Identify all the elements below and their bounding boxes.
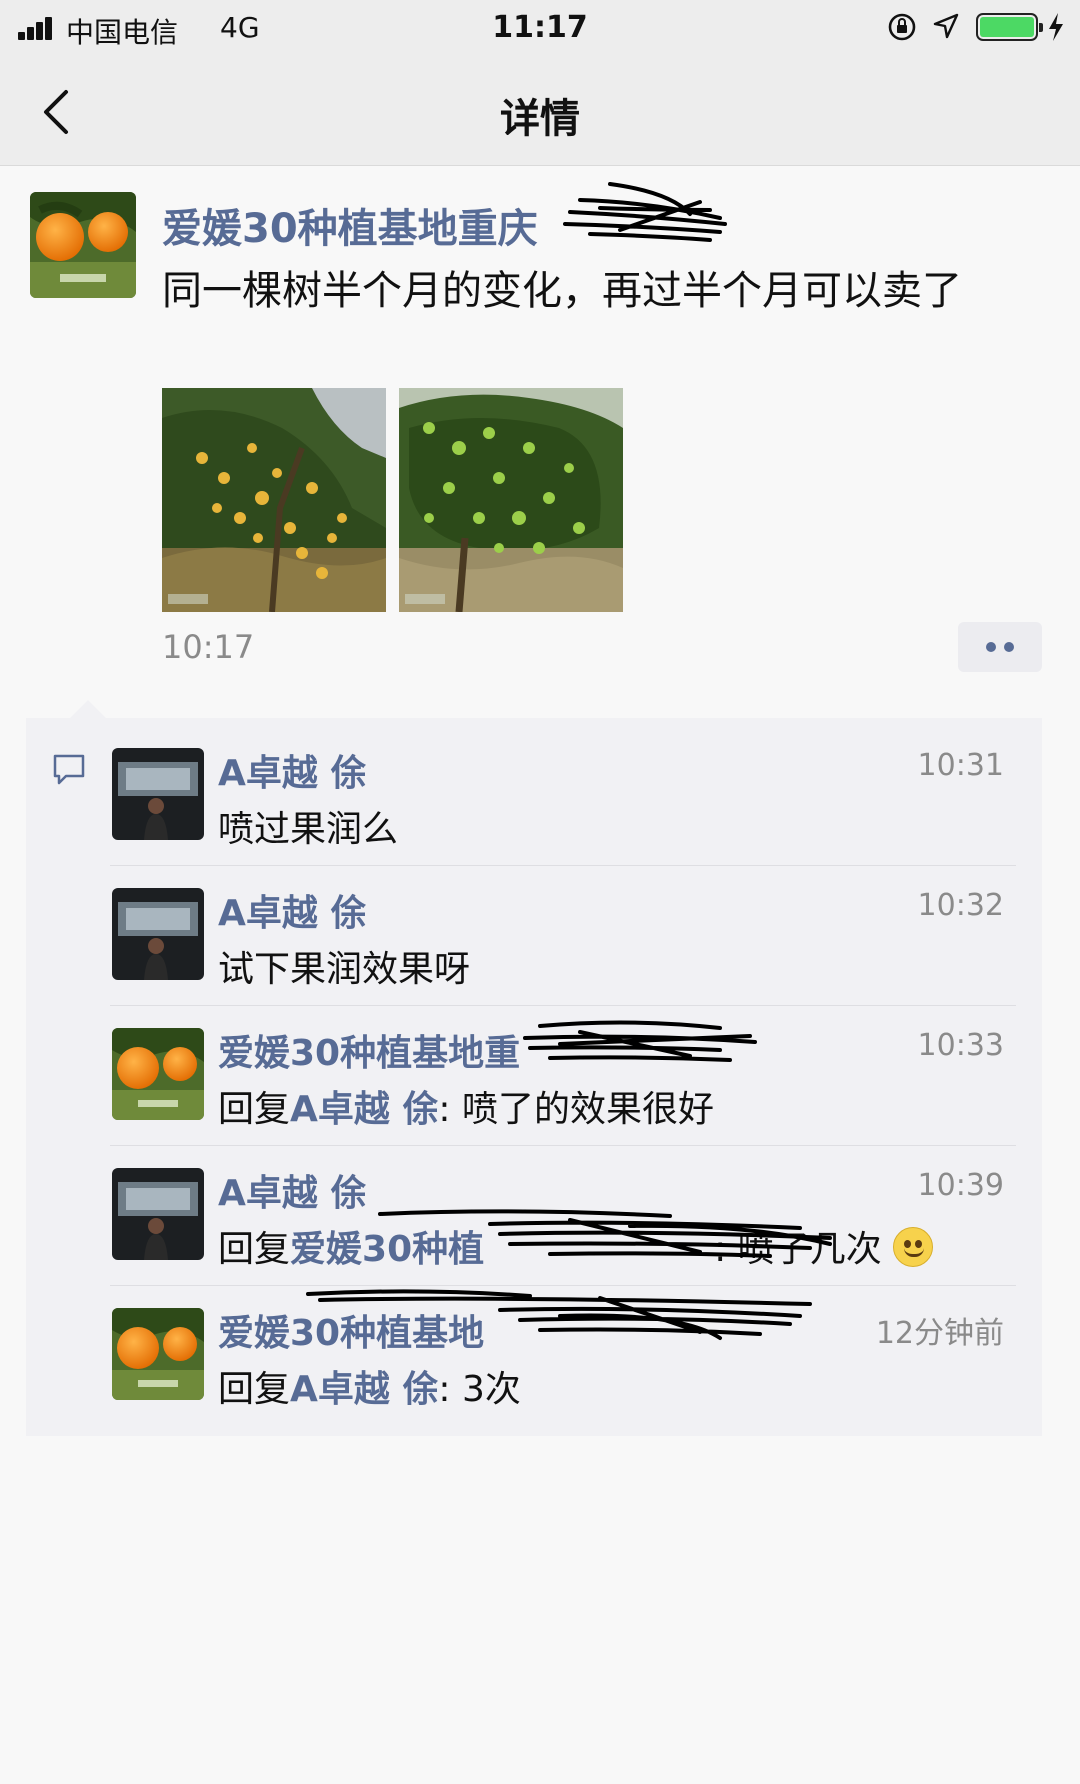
charging-icon — [1049, 13, 1063, 41]
post-author-name[interactable]: 爱媛30种植基地重庆 — [162, 196, 538, 254]
post-text: 同一棵树半个月的变化，再过半个月可以卖了 — [162, 268, 962, 314]
comment-time: 10:32 — [917, 888, 1004, 923]
reply-target-name[interactable]: A卓越 俆 — [290, 1089, 438, 1130]
post-photo-1[interactable] — [162, 388, 386, 612]
commenter-name[interactable]: A卓越 俆 — [218, 884, 366, 936]
comment-item[interactable]: A卓越 俆 10:31 喷过果润么 — [110, 726, 1016, 866]
commenter-avatar[interactable] — [112, 1028, 204, 1120]
more-actions-button[interactable] — [958, 622, 1042, 672]
post-photo-2[interactable] — [399, 388, 623, 612]
post-author-avatar[interactable] — [30, 192, 136, 298]
rotation-lock-icon — [888, 13, 916, 41]
status-time: 11:17 — [492, 10, 588, 45]
redaction-scribble — [563, 182, 727, 242]
navigation-bar: 详情 — [0, 56, 1080, 166]
post-timestamp: 10:17 — [162, 628, 255, 666]
page-title: 详情 — [500, 96, 580, 142]
comment-item[interactable]: A卓越 俆 10:32 试下果润效果呀 — [110, 866, 1016, 1006]
commenter-name[interactable]: 爱媛30种植基地重 — [218, 1024, 520, 1076]
smile-emoji-icon — [893, 1227, 934, 1267]
comment-item[interactable]: 爱媛30种植基地 12分钟前 回复A卓越 俆: 3次 — [110, 1286, 1016, 1426]
commenter-name[interactable]: A卓越 俆 — [218, 1164, 366, 1216]
comment-time: 10:31 — [917, 748, 1004, 783]
commenter-avatar[interactable] — [112, 1168, 204, 1260]
commenter-avatar[interactable] — [112, 748, 204, 840]
comment-text: 回复A卓越 俆: 3次 — [218, 1369, 521, 1410]
battery-icon — [976, 13, 1043, 41]
comment-time: 10:33 — [917, 1028, 1004, 1063]
comment-icon — [53, 754, 85, 785]
comment-text: 回复爱媛30种植: 喷了几次 — [218, 1220, 934, 1272]
location-icon — [933, 13, 959, 39]
comment-text: 喷过果润么 — [218, 809, 399, 850]
comment-item[interactable]: 爱媛30种植基地重 10:33 回复A卓越 俆: 喷了的效果很好 — [110, 1006, 1016, 1146]
reply-target-name[interactable]: 爱媛30种植 — [290, 1229, 484, 1270]
commenter-avatar[interactable] — [112, 1308, 204, 1400]
status-bar: 中国电信 4G 11:17 — [0, 0, 1080, 56]
comment-text: 试下果润效果呀 — [218, 949, 471, 990]
commenter-name[interactable]: A卓越 俆 — [218, 744, 366, 796]
comment-time: 12分钟前 — [875, 1316, 1004, 1351]
comment-time: 10:39 — [917, 1168, 1004, 1203]
comment-item[interactable]: A卓越 俆 10:39 回复爱媛30种植: 喷了几次 — [110, 1146, 1016, 1286]
reply-target-name[interactable]: A卓越 俆 — [290, 1369, 438, 1410]
commenter-name[interactable]: 爱媛30种植基地 — [218, 1304, 484, 1356]
comment-text: 回复A卓越 俆: 喷了的效果很好 — [218, 1089, 714, 1130]
commenter-avatar[interactable] — [112, 888, 204, 980]
